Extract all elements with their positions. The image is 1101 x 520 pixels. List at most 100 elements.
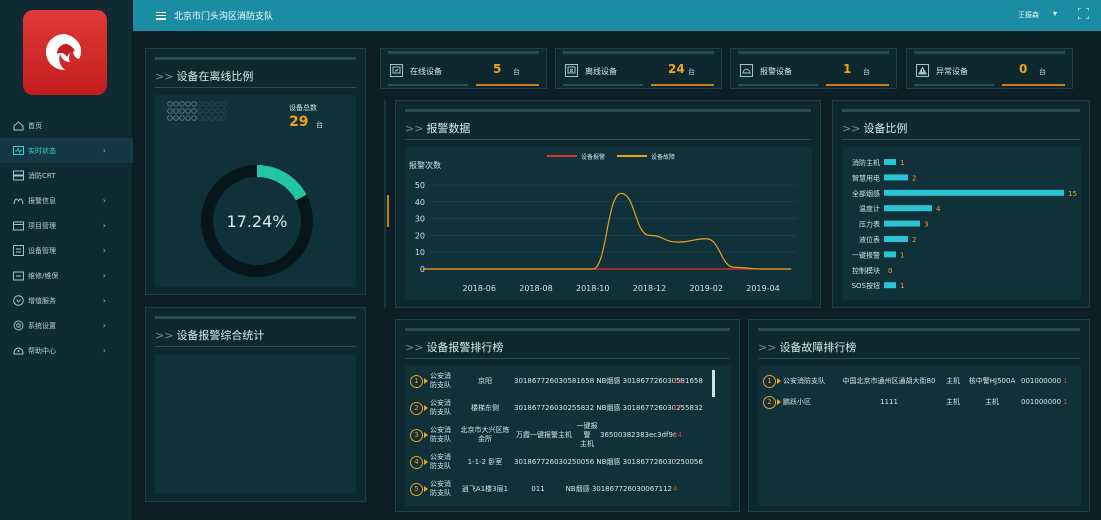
device-dot [191,115,197,121]
sidebar-item-6[interactable]: 维修/维保 › [0,263,133,288]
row-type: 主机 [946,377,960,385]
user-name[interactable]: 王振森 [1018,10,1039,20]
row-code: 001000000 [1021,377,1062,385]
x-tick-label: 2018-10 [576,284,609,293]
stat-card-3[interactable]: 异常设备 0 台 [906,48,1073,89]
fault-rank-panel: >> 设备故障排行榜 1 公安消防支队 中国北京市通州区通胡大街80 主机 核中警… [748,319,1090,512]
device-dot [197,115,203,121]
sidebar-item-2[interactable]: 消防CRT [0,163,133,188]
device-dot [173,101,179,107]
bar-category-label: 一键报警 [852,250,880,259]
alarm-rank-row[interactable]: 4 公安消 防支队 1-1-2 卧室 301867726030250056 NB烟… [410,451,715,473]
device-dot [167,101,173,107]
rank-badge: 4 [410,455,423,469]
stat-value: 1 [843,62,852,76]
alarm-rank-scrollbar[interactable] [712,370,715,397]
bar-category-label: 智慧用电 [852,173,880,182]
device-icon [13,245,24,256]
user-menu-caret-icon[interactable]: ▾ [1053,9,1057,18]
device-dot [167,115,173,121]
row-place: 北京市大兴区炼 金所 [460,426,510,443]
chevron-right-icon: › [102,296,106,305]
alarm-device-icon [740,64,753,77]
wrench-icon [13,270,24,281]
panel-bracket-accent [387,195,389,227]
alarm-icon [13,195,24,206]
x-tick-label: 2019-02 [689,284,722,293]
stat-card-1[interactable]: 离线设备 24 台 [555,48,722,89]
sidebar-item-5[interactable]: 设备管理 › [0,238,133,263]
alarm-rank-title: >> 设备报警排行榜 [405,341,504,354]
row-place: 楼梯东侧 [471,404,499,412]
row-count: 14 [673,431,682,439]
alarm-rank-inner: 1 公安消 防支队 京阳 301867726030581658 NB烟感 3018… [405,366,731,506]
menu-toggle-icon[interactable] [156,11,166,20]
x-tick-label: 2018-06 [463,284,496,293]
row-text: NB烟感 301867726030067112 [565,485,672,493]
stat-card-0[interactable]: 在线设备 5 台 [380,48,547,89]
stat-label: 离线设备 [585,67,617,76]
bar-value-label: 3 [924,221,928,229]
sidebar-item-9[interactable]: 帮助中心 › [0,338,133,363]
sidebar-item-0[interactable]: 首页 [0,113,133,138]
rank-badge: 3 [410,428,423,442]
service-icon [13,295,24,306]
alarm-rank-panel: >> 设备报警排行榜 1 公安消 防支队 京阳 301867726030581658… [395,319,740,512]
alarm-rank-row[interactable]: 5 公安消 防支队 逍飞A1楼3层1 011 NB烟感 3018677260300… [410,478,715,500]
sidebar-item-8[interactable]: 系统设置 › [0,313,133,338]
device-dot [209,115,215,121]
settings-icon [13,320,24,331]
row-count: 1 [1063,398,1068,406]
device-dot [185,108,191,114]
device-dot [185,115,191,121]
fault-rank-row[interactable]: 1 公安消防支队 中国北京市通州区通胡大街80 主机 核中警HJ500A 001… [763,370,1075,392]
chevron-right-icon: › [102,271,106,280]
bar-5 [884,236,908,242]
row-text: 301867726030255832 NB烟感 3018677260302558… [514,404,703,412]
stat-unit: 台 [513,68,520,76]
fault-rank-row[interactable]: 2 鹏跃小区 1111 主机 主机 001000000 1 [763,391,1075,413]
row-org: 公安消防支队 [430,399,451,416]
bar-8 [884,282,896,289]
row-place: 京阳 [478,377,492,385]
legend-label-0: 设备报警 [581,153,605,161]
device-dot [221,101,227,107]
offline-icon [565,64,578,77]
device-dot [215,115,221,121]
sidebar-item-7[interactable]: 增值服务 › [0,288,133,313]
app-logo[interactable] [23,10,107,95]
row-place: 逍飞A1楼3层1 [461,485,509,493]
bar-value-label: 2 [912,236,916,244]
rank-pointer-icon [777,378,781,384]
alarm-rank-row[interactable]: 2 公安消 防支队 楼梯东侧 301867726030255832 NB烟感 30… [410,397,715,419]
sidebar-item-3[interactable]: 报警信息 › [0,188,133,213]
sidebar-item-4[interactable]: 项目管理 › [0,213,133,238]
row-org: 公安消防支队 [430,426,451,443]
alarm-rank-row[interactable]: 3 公安消 防支队 北京市大兴区炼 金所 万霞一键报警主机 一键报警 主机 36500… [410,421,715,448]
device-dot [173,108,179,114]
bar-value-label: 15 [1068,190,1077,198]
device-dot [191,108,197,114]
sidebar-item-label: 首页 [28,121,42,130]
stat-unit: 台 [688,68,695,76]
device-dot [173,115,179,121]
bar-value-label: 2 [912,174,916,182]
row-count: 4 [673,485,678,493]
device-dot [197,108,203,114]
bar-6 [884,251,896,258]
alarm-line-chart: 010203040502018-06 2018-08 2018-10 2018-12 2… [409,153,797,293]
sidebar-item-1[interactable]: 实时状态 › [0,138,133,163]
device-dot [203,101,209,107]
series-line-1 [422,192,792,270]
row-org: 公安消防支队 [430,480,451,497]
y-tick-label: 20 [415,231,425,240]
sidebar-item-label: 消防CRT [28,171,56,180]
rank-pointer-icon [424,459,428,465]
device-ratio-title: >> 设备比例 [842,122,908,135]
fullscreen-icon[interactable] [1078,8,1089,19]
stat-card-2[interactable]: 报警设备 1 台 [730,48,897,89]
alarm-rank-row[interactable]: 1 公安消 防支队 京阳 301867726030581658 NB烟感 3018… [410,370,715,392]
chevron-right-icon: › [102,246,106,255]
home-icon [13,120,24,131]
row-device-type: 一键报警 主机 [576,421,598,448]
